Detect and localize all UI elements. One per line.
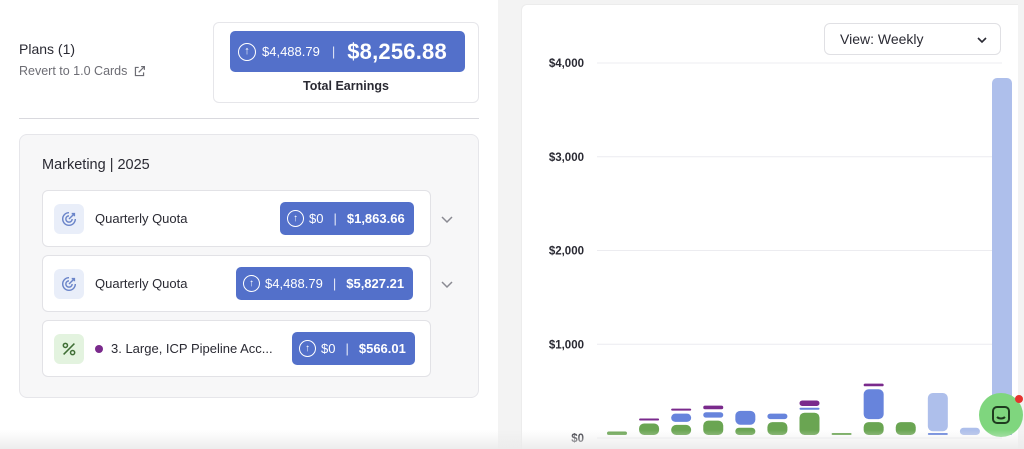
y-tick-label: $4,000 xyxy=(549,58,584,70)
chart-bar-segment[interactable] xyxy=(927,433,948,435)
earnings-change: $4,488.79 xyxy=(262,44,320,59)
chart-bar-segment[interactable] xyxy=(671,424,692,435)
external-link-icon xyxy=(135,65,146,76)
item-earnings-pill[interactable]: ↑ $0 | $566.01 xyxy=(292,332,415,365)
plans-title: Plans (1) xyxy=(19,41,76,57)
chart-bar-segment[interactable] xyxy=(703,412,724,418)
earnings-chart-panel: $0 $1,000 $2,000 $3,000 $4,000 View: Weekly xyxy=(521,4,1018,449)
arrow-up-icon: ↑ xyxy=(243,275,260,292)
list-item[interactable]: Quarterly Quota ↑ $0 | $1,863.66 xyxy=(42,190,431,247)
plans-panel: Plans (1) Revert to 1.0 Cards ↑ $4,488.7… xyxy=(0,0,498,449)
y-tick-label: $1,000 xyxy=(549,339,584,351)
status-dot xyxy=(95,345,103,353)
percent-icon xyxy=(54,334,84,364)
chart-bar-segment[interactable] xyxy=(992,78,1012,432)
earnings-chart: $0 $1,000 $2,000 $3,000 $4,000 xyxy=(549,58,1012,445)
chevron-down-icon[interactable] xyxy=(440,277,454,291)
list-item[interactable]: 3. Large, ICP Pipeline Acc... ↑ $0 | $56… xyxy=(42,320,431,377)
chart-bar-segment[interactable] xyxy=(671,408,692,411)
separator: | xyxy=(333,211,337,226)
item-change: $0 xyxy=(321,341,336,356)
y-tick-label: $0 xyxy=(571,433,584,445)
view-select[interactable]: View: Weekly xyxy=(824,23,1001,55)
view-select-label: View: Weekly xyxy=(840,31,924,47)
chat-launcher-button[interactable] xyxy=(979,393,1023,437)
item-label: 3. Large, ICP Pipeline Acc... xyxy=(111,341,273,356)
marketing-plan-card: Marketing | 2025 Quarterly Quota ↑ $0 | … xyxy=(19,134,479,398)
separator: | xyxy=(345,341,349,356)
item-total: $5,827.21 xyxy=(346,276,405,291)
chart-bar-segment[interactable] xyxy=(607,431,627,435)
chart-bar-segment[interactable] xyxy=(831,433,852,435)
arrow-up-icon: ↑ xyxy=(238,42,256,61)
chart-bar-segment[interactable] xyxy=(639,418,660,421)
item-label: Quarterly Quota xyxy=(95,276,188,291)
list-item[interactable]: Quarterly Quota ↑ $4,488.79 | $5,827.21 xyxy=(42,255,431,312)
notification-dot xyxy=(1015,395,1023,403)
item-total: $1,863.66 xyxy=(346,211,405,226)
chart-bar-segment[interactable] xyxy=(735,410,756,425)
chart-bar-segment[interactable] xyxy=(799,400,820,406)
total-earnings-label: Total Earnings xyxy=(303,79,389,93)
chart-bar-segment[interactable] xyxy=(703,420,724,435)
chart-bar-segment[interactable] xyxy=(703,405,724,410)
y-tick-label: $2,000 xyxy=(549,246,584,258)
chart-bar-segment[interactable] xyxy=(927,393,948,432)
item-change: $0 xyxy=(309,211,324,226)
chart-bar-segment[interactable] xyxy=(959,427,980,435)
chart-bar-segment[interactable] xyxy=(671,413,692,422)
item-change: $4,488.79 xyxy=(265,276,323,291)
arrow-up-icon: ↑ xyxy=(299,340,316,357)
revert-link-label: Revert to 1.0 Cards xyxy=(19,64,128,78)
divider xyxy=(19,118,479,119)
chart-bar-segment[interactable] xyxy=(895,422,916,435)
plan-title: Marketing | 2025 xyxy=(42,157,150,173)
total-earnings-card: ↑ $4,488.79 | $8,256.88 Total Earnings xyxy=(213,22,479,103)
chart-bar-segment[interactable] xyxy=(863,383,884,387)
item-earnings-pill[interactable]: ↑ $0 | $1,863.66 xyxy=(280,202,414,235)
separator: | xyxy=(331,44,336,59)
item-earnings-pill[interactable]: ↑ $4,488.79 | $5,827.21 xyxy=(236,267,414,300)
chart-bar-segment[interactable] xyxy=(735,427,756,435)
chart-bar-segment[interactable] xyxy=(767,413,788,420)
separator: | xyxy=(332,276,337,291)
item-label: Quarterly Quota xyxy=(95,211,188,226)
chart-bar-segment[interactable] xyxy=(639,423,660,435)
chevron-down-icon[interactable] xyxy=(440,212,454,226)
chart-bar-segment[interactable] xyxy=(863,389,884,420)
chart-bar-segment[interactable] xyxy=(799,407,820,410)
chat-icon xyxy=(992,406,1010,424)
quota-target-icon xyxy=(54,269,84,299)
revert-link[interactable]: Revert to 1.0 Cards xyxy=(19,64,146,78)
earnings-total: $8,256.88 xyxy=(347,38,447,64)
chevron-down-icon xyxy=(977,37,987,44)
chart-bar-segment[interactable] xyxy=(767,422,788,435)
chart-bar-segment[interactable] xyxy=(863,422,884,435)
chart-bar-segment[interactable] xyxy=(799,412,820,435)
item-total: $566.01 xyxy=(358,341,406,356)
total-earnings-pill[interactable]: ↑ $4,488.79 | $8,256.88 xyxy=(230,31,465,72)
quota-target-icon xyxy=(54,204,84,234)
y-tick-label: $3,000 xyxy=(549,152,584,164)
arrow-up-icon: ↑ xyxy=(287,210,304,227)
